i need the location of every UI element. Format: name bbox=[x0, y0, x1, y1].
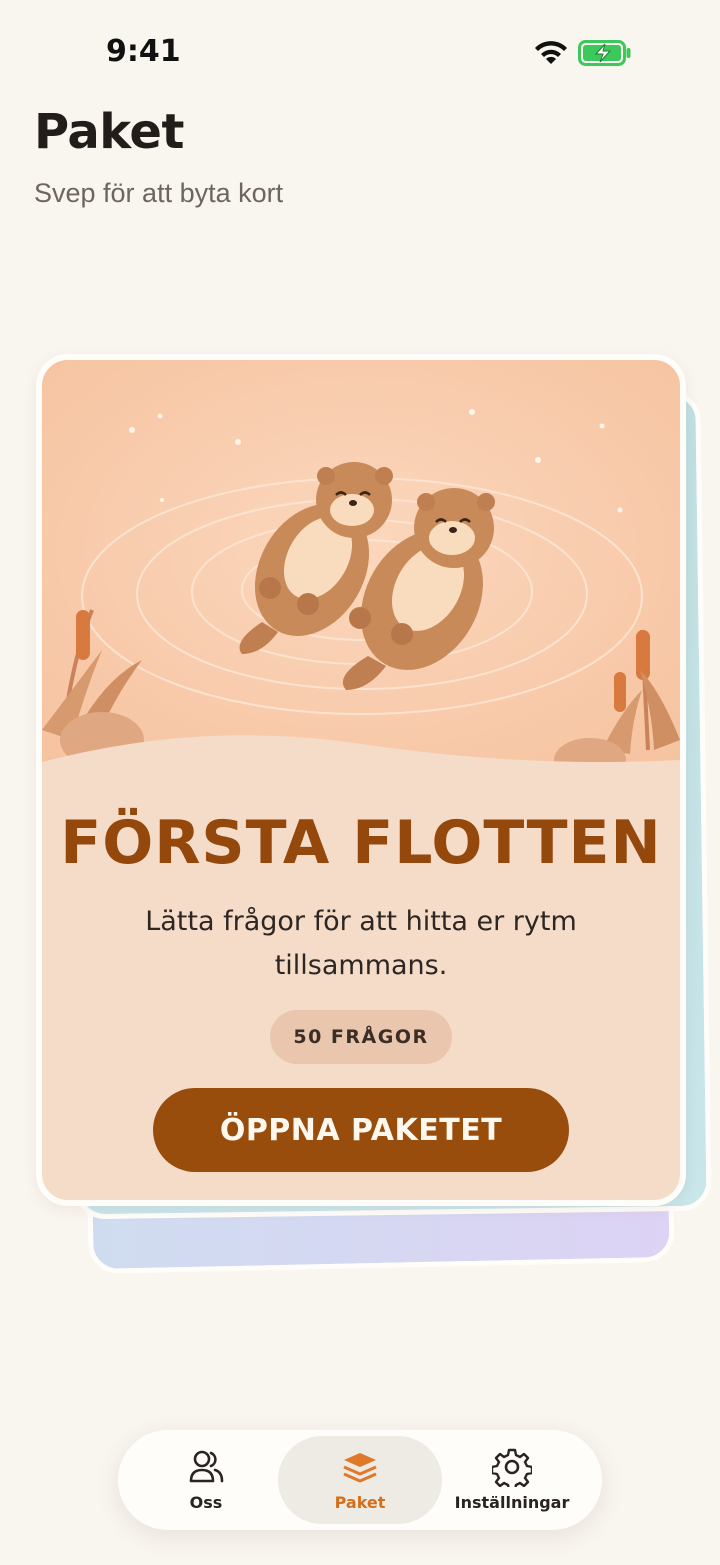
page-subtitle: Svep för att byta kort bbox=[34, 178, 284, 208]
nav-label-paket: Paket bbox=[334, 1493, 386, 1512]
nav-label-installningar: Inställningar bbox=[454, 1493, 570, 1512]
question-count-badge: 50 FRÅGOR bbox=[270, 1010, 452, 1064]
deck-description: Lätta frågor för att hitta er rytm tills… bbox=[145, 906, 577, 981]
nav-label-oss: Oss bbox=[189, 1493, 223, 1512]
deck-title: FÖRSTA FLOTTEN bbox=[60, 808, 662, 878]
open-deck-button[interactable]: ÖPPNA PAKETET bbox=[153, 1088, 569, 1172]
bottom-nav: Oss Paket Inställningar bbox=[118, 1430, 602, 1530]
battery-charging-icon bbox=[578, 40, 631, 66]
page-title: Paket bbox=[34, 104, 184, 160]
status-bar: 9:41 bbox=[0, 0, 720, 100]
otters-illustration bbox=[42, 360, 680, 780]
deck-card[interactable]: FÖRSTA FLOTTEN Lätta frågor för att hitt… bbox=[36, 354, 686, 1206]
status-time: 9:41 bbox=[106, 34, 181, 69]
wifi-icon bbox=[535, 41, 567, 64]
gear-icon bbox=[492, 1448, 532, 1487]
nav-item-oss[interactable]: Oss bbox=[124, 1436, 288, 1524]
layers-icon bbox=[343, 1453, 377, 1483]
users-icon bbox=[189, 1450, 224, 1483]
nav-item-paket[interactable]: Paket bbox=[278, 1436, 442, 1524]
nav-item-installningar[interactable]: Inställningar bbox=[430, 1436, 594, 1524]
